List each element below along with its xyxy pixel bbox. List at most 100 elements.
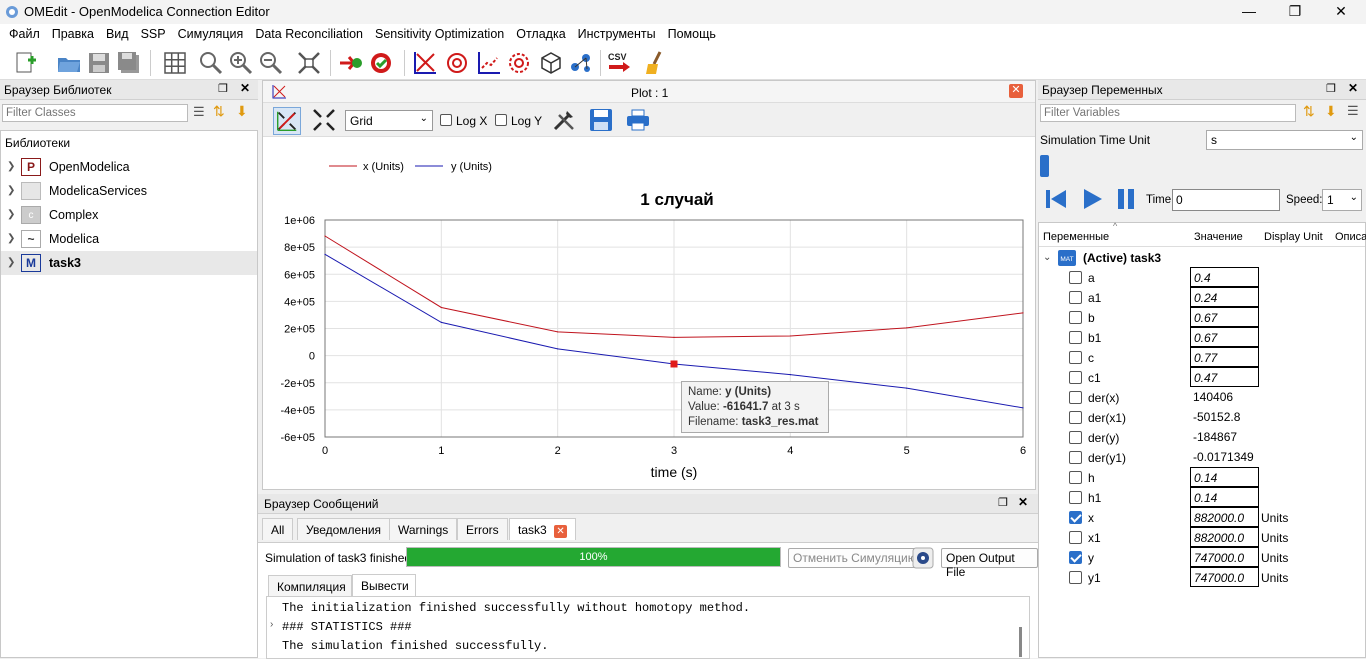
log-x-checkbox[interactable] [440,114,452,126]
variable-row[interactable]: b1 0.67 [1039,327,1364,347]
col-display-unit[interactable]: Display Unit [1264,231,1323,243]
library-item[interactable]: ❯ ~ Modelica [1,227,257,251]
variable-checkbox[interactable] [1069,331,1082,344]
variable-row[interactable]: x 882000.0 Units [1039,507,1364,527]
expand-icon[interactable] [311,107,337,133]
variable-checkbox[interactable] [1069,411,1082,424]
variable-row[interactable]: c1 0.47 [1039,367,1364,387]
library-item[interactable]: ❯ ModelicaServices [1,179,257,203]
variable-row[interactable]: y 747000.0 Units [1039,547,1364,567]
menu-item[interactable]: Симуляция [173,24,249,41]
time-slider[interactable] [1040,155,1362,177]
variable-value[interactable]: 0.67 [1190,327,1259,347]
filter-options-icon[interactable]: ☰ [1347,103,1359,119]
menu-item[interactable]: Файл [4,24,45,41]
variable-row[interactable]: der(x1) -50152.8 [1039,407,1364,427]
zoom-in-icon[interactable] [228,50,254,76]
menu-item[interactable]: Вид [101,24,134,41]
variable-checkbox[interactable] [1069,351,1082,364]
chevron-right-icon[interactable]: ❯ [7,233,15,244]
variable-row[interactable]: der(x) 140406 [1039,387,1364,407]
variable-row[interactable]: x1 882000.0 Units [1039,527,1364,547]
variable-checkbox[interactable] [1069,551,1082,564]
zoom-icon[interactable] [198,50,224,76]
fit-icon[interactable] [296,50,322,76]
scrollbar[interactable] [1019,627,1022,657]
cancel-simulation-button[interactable]: Отменить Симуляцию [788,548,922,568]
variable-value[interactable]: 0.14 [1190,487,1259,507]
variable-row[interactable]: a1 0.24 [1039,287,1364,307]
chevron-right-icon[interactable]: ❯ [7,209,15,220]
menu-item[interactable]: Инструменты [573,24,661,41]
close-tab-icon[interactable]: ✕ [554,525,568,538]
variable-row[interactable]: y1 747000.0 Units [1039,567,1364,587]
grid-select[interactable]: Grid ⌄ [345,110,433,131]
variable-value[interactable]: 882000.0 [1190,527,1259,547]
library-item[interactable]: ❯ c Complex [1,203,257,227]
variable-row[interactable]: b 0.67 [1039,307,1364,327]
variable-value[interactable]: 0.77 [1190,347,1259,367]
col-value[interactable]: Значение [1194,231,1243,243]
variable-row[interactable]: a 0.4 [1039,267,1364,287]
speed-select[interactable]: 1 ⌄ [1322,189,1362,211]
variable-checkbox[interactable] [1069,511,1082,524]
menu-item[interactable]: Отладка [511,24,570,41]
close-plot-button[interactable]: ✕ [1009,84,1023,98]
variable-checkbox[interactable] [1069,391,1082,404]
variable-row[interactable]: h1 0.14 [1039,487,1364,507]
variable-checkbox[interactable] [1069,531,1082,544]
variable-checkbox[interactable] [1069,271,1082,284]
sort-down-icon[interactable]: ⬇ [1325,103,1337,120]
variable-checkbox[interactable] [1069,311,1082,324]
close-icon[interactable]: ✕ [1018,495,1028,509]
variable-checkbox[interactable] [1069,491,1082,504]
plot-icon[interactable] [412,50,438,76]
chevron-right-icon[interactable]: ❯ [7,161,15,172]
3d-icon[interactable] [538,50,564,76]
close-icon[interactable]: ✕ [240,81,250,95]
array-parametric-icon[interactable] [506,50,532,76]
array-plot-icon[interactable] [476,50,502,76]
maximize-button[interactable]: ❐ [1272,0,1318,24]
simulate-icon[interactable] [368,50,394,76]
open-folder-icon[interactable] [56,50,82,76]
close-window-button[interactable]: ✕ [1318,0,1364,24]
check-model-icon[interactable] [338,50,364,76]
new-file-icon[interactable] [12,50,38,76]
menu-item[interactable]: Помощь [663,24,721,41]
zoom-out-icon[interactable] [258,50,284,76]
sort-down-icon[interactable]: ⬇ [236,103,248,120]
tab-errors[interactable]: Errors [457,518,508,540]
play-icon[interactable] [1080,187,1104,211]
grid-icon[interactable] [162,50,188,76]
tab-all[interactable]: All [262,518,294,540]
clear-broom-icon[interactable] [642,50,668,76]
filter-variables-input[interactable] [1040,104,1296,122]
variable-checkbox[interactable] [1069,571,1082,584]
filter-classes-input[interactable] [2,104,188,122]
variable-value[interactable]: 0.24 [1190,287,1259,307]
variable-row[interactable]: h 0.14 [1039,467,1364,487]
variable-value[interactable]: 0.47 [1190,367,1259,387]
variable-value[interactable]: 0.67 [1190,307,1259,327]
variable-checkbox[interactable] [1069,431,1082,444]
close-icon[interactable]: ✕ [1348,81,1358,95]
parametric-plot-icon[interactable] [444,50,470,76]
variable-checkbox[interactable] [1069,371,1082,384]
log-y-checkbox[interactable] [495,114,507,126]
variable-row[interactable]: der(y1) -0.0171349 [1039,447,1364,467]
menu-item[interactable]: SSP [136,24,171,41]
time-input[interactable]: 0 [1172,189,1280,211]
time-unit-select[interactable]: s ⌄ [1206,130,1363,150]
col-description[interactable]: Описа [1335,231,1366,243]
simulation-settings-icon[interactable] [912,547,934,569]
menu-item[interactable]: Sensitivity Optimization [370,24,509,41]
filter-options-icon[interactable]: ☰ [193,104,205,120]
fit-in-view-icon[interactable] [273,107,301,135]
pause-icon[interactable] [1114,187,1138,211]
tab-notifications[interactable]: Уведомления [297,518,391,540]
variable-value[interactable]: 0.4 [1190,267,1259,287]
float-icon[interactable]: ❐ [218,82,228,95]
minimize-button[interactable]: — [1226,0,1272,24]
open-output-file-button[interactable]: Open Output File [941,548,1038,579]
